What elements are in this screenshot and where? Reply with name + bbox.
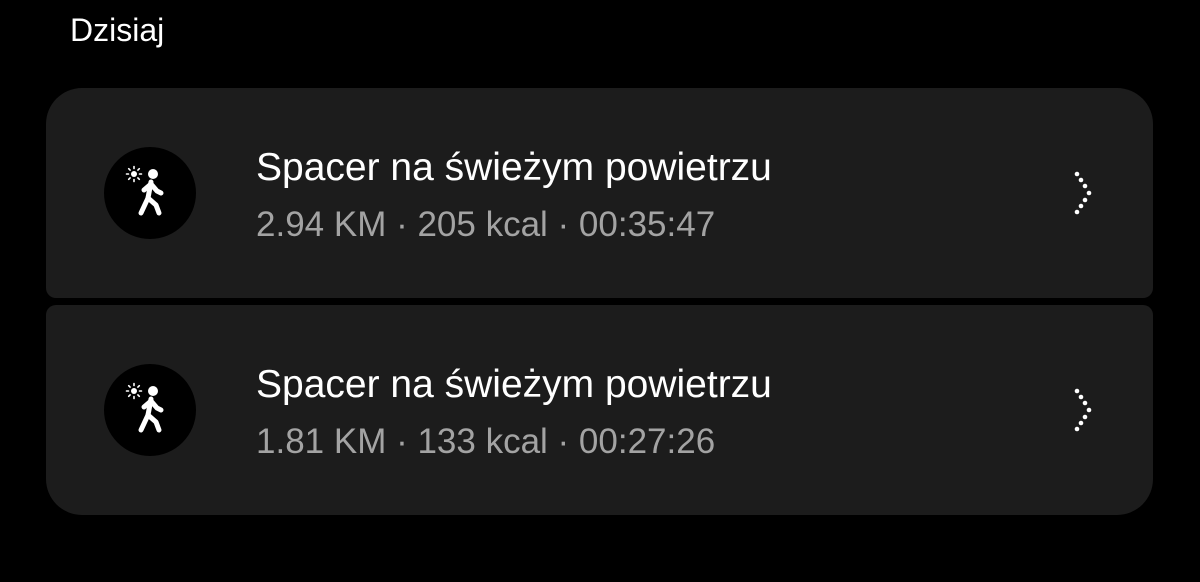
activity-card[interactable]: Spacer na świeżym powietrzu 1.81 KM · 13… xyxy=(46,305,1153,515)
chevron-right-icon xyxy=(1074,388,1092,432)
activity-list: Spacer na świeżym powietrzu 2.94 KM · 20… xyxy=(46,88,1153,515)
chevron-right-icon xyxy=(1074,171,1092,215)
activity-stats: 2.94 KM · 205 kcal · 00:35:47 xyxy=(256,205,716,244)
activity-title: Spacer na świeżym powietrzu xyxy=(256,363,772,406)
activity-title: Spacer na świeżym powietrzu xyxy=(256,146,772,189)
section-title-today: Dzisiaj xyxy=(70,12,165,48)
outdoor-walk-icon xyxy=(104,147,196,239)
activity-stats: 1.81 KM · 133 kcal · 00:27:26 xyxy=(256,422,716,461)
outdoor-walk-icon xyxy=(104,364,196,456)
activity-card[interactable]: Spacer na świeżym powietrzu 2.94 KM · 20… xyxy=(46,88,1153,298)
